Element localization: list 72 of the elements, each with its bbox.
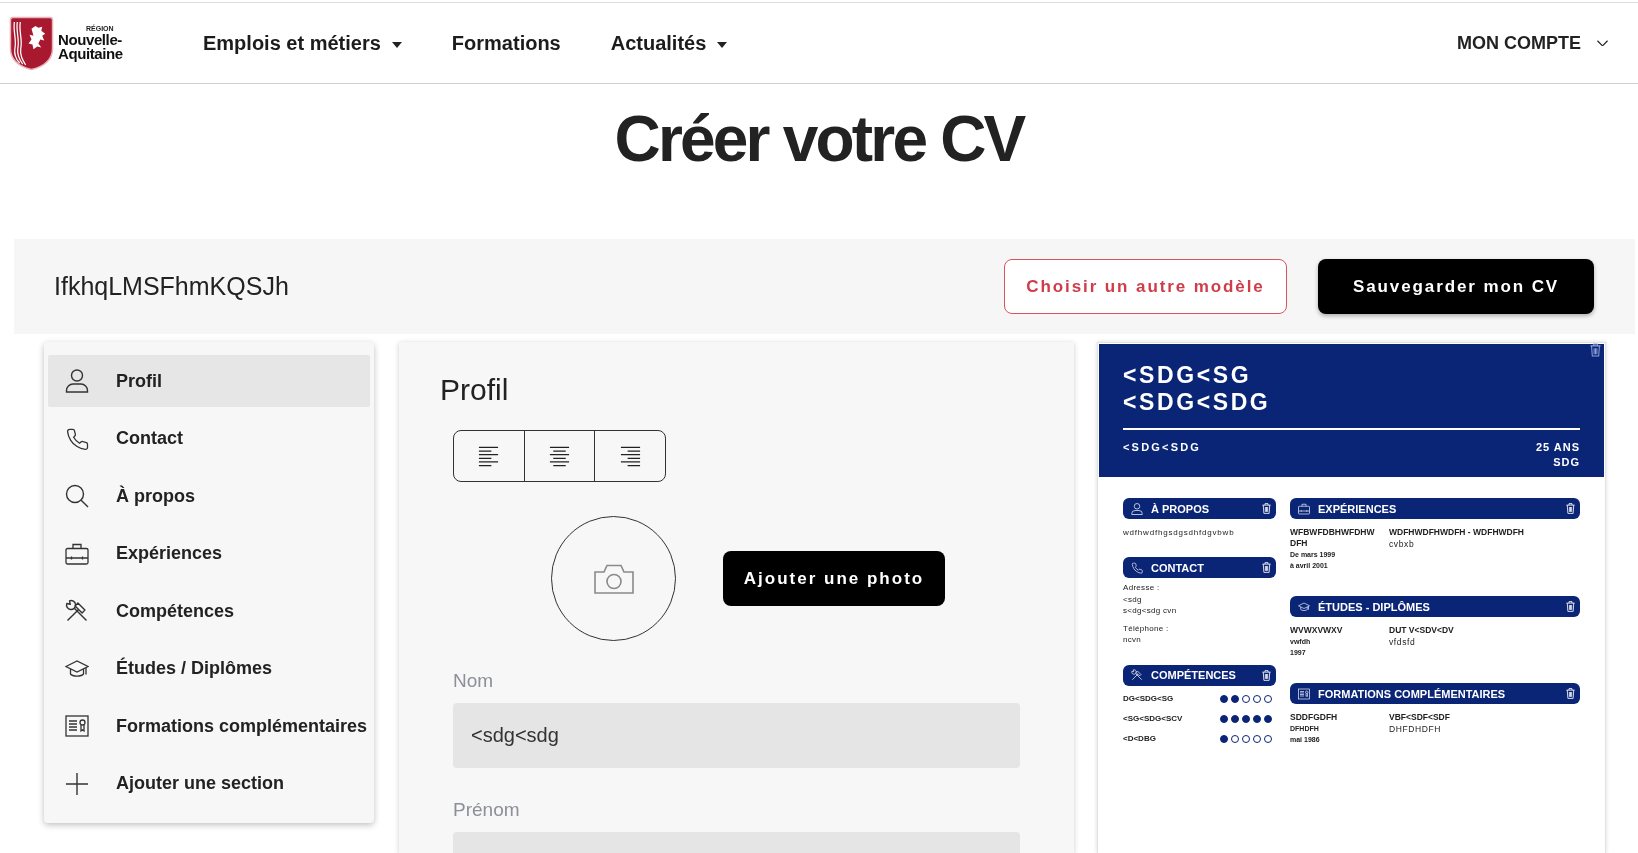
add-photo-button[interactable]: Ajouter une photo bbox=[723, 551, 945, 607]
section-title: CONTACT bbox=[1151, 561, 1204, 574]
entry-heading: SDDFGDFH bbox=[1290, 712, 1338, 723]
logo-wordmark: Nouvelle- Aquitaine bbox=[58, 33, 123, 61]
contact-label: Téléphone : bbox=[1123, 622, 1169, 634]
account-menu-button[interactable]: MON COMPTE bbox=[1457, 32, 1608, 54]
section-menu-item[interactable]: Expériences bbox=[48, 527, 370, 580]
align-right-icon bbox=[618, 444, 642, 468]
section-menu-item[interactable]: À propos bbox=[48, 470, 370, 522]
section-title: À PROPOS bbox=[1151, 502, 1210, 515]
caret-down-icon bbox=[391, 41, 402, 48]
cv-detail-text: SDG bbox=[1553, 455, 1580, 470]
entry-heading: WVWXVWXV bbox=[1290, 625, 1343, 636]
shield-logo-icon[interactable] bbox=[9, 15, 54, 71]
section-menu-item[interactable]: Ajouter une section bbox=[48, 757, 370, 810]
field-label: Prénom bbox=[453, 799, 520, 822]
graduation-cap-icon bbox=[1298, 600, 1310, 613]
save-button[interactable]: Sauvegarder mon CV bbox=[1318, 259, 1594, 314]
section-heading: Profil bbox=[440, 372, 509, 408]
chevron-down-icon bbox=[1597, 39, 1608, 47]
certificate-icon bbox=[1298, 687, 1310, 700]
text-input-field[interactable]: <sdg<sdg bbox=[453, 703, 1020, 769]
person-icon bbox=[1131, 502, 1143, 515]
entry-detail: vfdsfd bbox=[1389, 636, 1416, 648]
cv-job-title: <SDG<SDG bbox=[1123, 440, 1202, 455]
align-left-icon bbox=[477, 444, 501, 468]
search-icon bbox=[65, 484, 89, 508]
phone-icon bbox=[65, 426, 89, 451]
nav-link[interactable]: Actualités bbox=[610, 31, 728, 55]
cv-full-name: <SDG<SG <SDG<SDG bbox=[1123, 362, 1272, 416]
entry-detail: cvbxb bbox=[1389, 538, 1415, 550]
person-icon bbox=[65, 369, 89, 393]
contact-label: Adresse : bbox=[1123, 582, 1160, 594]
contact-value: s<dg<sdg cvn bbox=[1123, 605, 1177, 617]
entry-title: WDFHWDFHWDFH - WDFHWDFH bbox=[1389, 527, 1524, 538]
trash-icon[interactable] bbox=[1590, 343, 1601, 357]
cv-name: IfkhqLMSFhmKQSJh bbox=[54, 272, 289, 301]
section-menu-item[interactable]: Profil bbox=[48, 355, 370, 407]
choose-template-button[interactable]: Choisir un autre modèle bbox=[1004, 259, 1287, 314]
certificate-icon bbox=[65, 714, 89, 738]
section-menu-item[interactable]: Contact bbox=[48, 412, 370, 465]
briefcase-icon bbox=[65, 541, 89, 566]
plus-icon bbox=[65, 771, 89, 796]
cv-detail-text: 25 ANS bbox=[1535, 440, 1580, 455]
section-menu-item[interactable]: Études / Diplômes bbox=[48, 642, 370, 695]
section-title: ÉTUDES - DIPLÔMES bbox=[1318, 600, 1430, 613]
camera-icon bbox=[593, 563, 634, 594]
section-title: COMPÉTENCES bbox=[1151, 669, 1236, 681]
about-text: wdfhwdfhgsdgsdhfdgvbwb bbox=[1123, 527, 1236, 538]
field-label: Nom bbox=[453, 670, 494, 693]
caret-down-icon bbox=[717, 41, 728, 48]
contact-value: ncvn bbox=[1123, 634, 1142, 646]
entry-heading: WFBWFDBHWFDHW DFH bbox=[1290, 527, 1376, 549]
skill-name: DG<SDG<SG bbox=[1123, 694, 1174, 703]
section-title: EXPÉRIENCES bbox=[1318, 502, 1397, 515]
nav-link[interactable]: Formations bbox=[451, 31, 561, 55]
section-menu-item[interactable]: Formations complémentaires bbox=[48, 700, 370, 752]
entry-title: VBF<SDF<SDF bbox=[1389, 712, 1450, 723]
tools-icon bbox=[65, 599, 89, 623]
contact-value: <sdg bbox=[1123, 593, 1142, 605]
section-title: FORMATIONS COMPLÉMENTAIRES bbox=[1318, 687, 1506, 700]
align-center-icon bbox=[548, 444, 571, 468]
entry-detail: DHFDHDFH bbox=[1389, 723, 1441, 735]
entry-title: DUT V<SDV<DV bbox=[1389, 625, 1454, 636]
page-title: Créer votre CV bbox=[613, 102, 1026, 177]
skill-name: <D<DBG bbox=[1123, 734, 1156, 743]
tools-icon bbox=[1131, 669, 1143, 681]
skill-name: <SG<SDG<SCV bbox=[1123, 714, 1183, 723]
phone-icon bbox=[1131, 561, 1143, 574]
section-menu-item[interactable]: Compétences bbox=[48, 585, 370, 637]
briefcase-icon bbox=[1298, 502, 1310, 515]
nav-link[interactable]: Emplois et métiers bbox=[203, 31, 402, 55]
